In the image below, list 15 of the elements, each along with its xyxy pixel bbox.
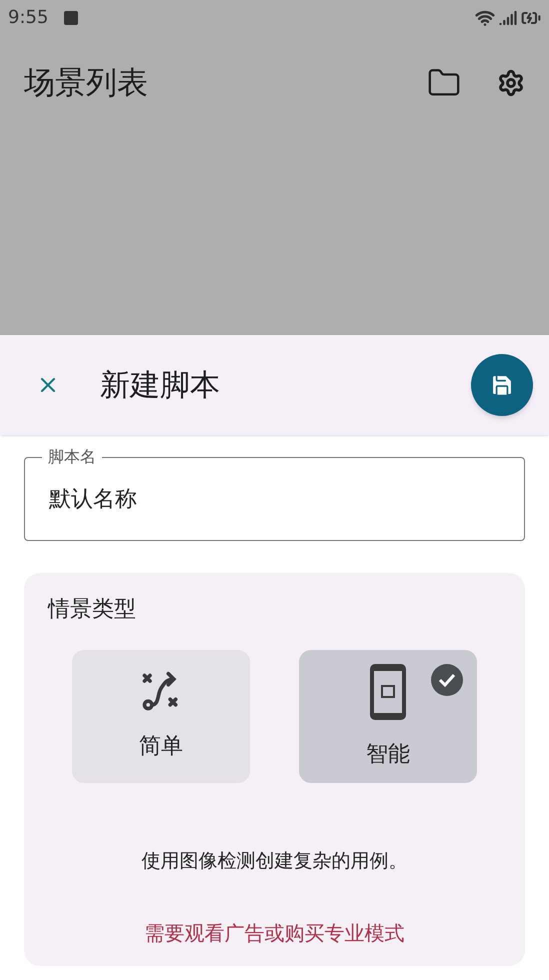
scenario-option[interactable]: 简单	[72, 650, 250, 783]
sheet-title: 新建脚本	[100, 366, 221, 404]
save-button[interactable]	[471, 354, 533, 416]
status-time: 9:55	[8, 6, 48, 30]
field-value: 默认名称	[49, 486, 137, 514]
app-title: 场景列表	[24, 64, 148, 103]
check-icon	[431, 664, 463, 696]
signal-icon	[499, 8, 517, 26]
scenario-option[interactable]: 智能	[299, 650, 477, 783]
settings-button[interactable]	[497, 69, 525, 97]
section-title: 情景类型	[48, 596, 137, 624]
notification-icon	[64, 10, 78, 24]
scenario-description: 使用图像检测创建复杂的用例。	[142, 849, 408, 874]
pro-notice: 需要观看广告或购买专业模式	[144, 920, 404, 946]
phone-image-icon	[368, 662, 408, 722]
